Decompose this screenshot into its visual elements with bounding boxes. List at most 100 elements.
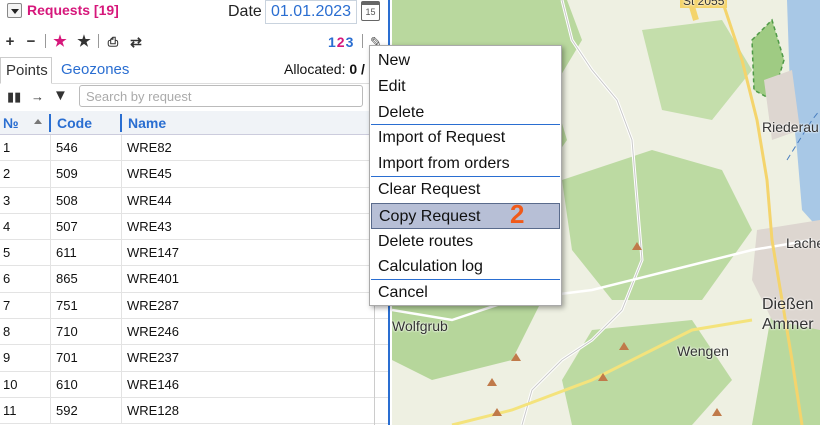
cell-number: 5 <box>3 245 11 261</box>
place-label: Wengen <box>677 343 729 359</box>
cell-code: 611 <box>50 240 120 267</box>
context-menu: New Edit Delete Import of Request Import… <box>369 45 562 306</box>
menu-item-import-request[interactable]: Import of Request <box>371 125 560 151</box>
cell-number: 3 <box>3 192 11 208</box>
menu-item-new[interactable]: New <box>371 48 560 74</box>
cell-code: 546 <box>50 135 120 161</box>
menu-item-clear-request[interactable]: Clear Request <box>371 177 560 203</box>
swap-arrows-icon[interactable]: ⇄ <box>127 33 145 51</box>
cell-number: 7 <box>3 297 11 313</box>
table-row[interactable]: 4 507 WRE43 <box>0 213 388 241</box>
cell-name: WRE128 <box>121 397 179 424</box>
table-row[interactable]: 9 701 WRE237 <box>0 345 388 372</box>
cell-code: 610 <box>50 371 120 398</box>
star-icon[interactable]: ★ <box>76 33 92 51</box>
menu-item-delete-routes[interactable]: Delete routes <box>371 229 560 255</box>
toolbar-divider <box>45 34 46 48</box>
tab-geozones[interactable]: Geozones <box>61 57 129 84</box>
requests-table: № Code Name 1 546 WRE82 2 509 WRE45 3 508 WRE4… <box>0 111 388 425</box>
collapse-toggle-icon[interactable] <box>7 3 22 18</box>
requests-panel: Requests [19] Date 01.01.2023 15 + − ★ ★… <box>0 0 390 425</box>
table-row[interactable]: 2 509 WRE45 <box>0 161 388 188</box>
menu-item-cancel[interactable]: Cancel <box>371 280 560 306</box>
table-row[interactable]: 1 546 WRE82 <box>0 135 388 162</box>
table-row[interactable]: 6 865 WRE401 <box>0 266 388 293</box>
cell-number: 2 <box>3 166 11 182</box>
date-field[interactable]: 01.01.2023 <box>265 0 357 24</box>
sort-asc-icon[interactable] <box>34 119 42 124</box>
cell-name: WRE43 <box>121 213 172 240</box>
menu-item-delete[interactable]: Delete <box>371 100 560 126</box>
cell-code: 865 <box>50 266 120 293</box>
cell-name: WRE82 <box>121 135 172 161</box>
page-3-link[interactable]: 3 <box>346 34 355 50</box>
tab-bar: Points Geozones Allocated: 0 / <box>0 57 388 84</box>
search-input[interactable] <box>79 85 363 107</box>
add-icon[interactable]: + <box>3 33 17 51</box>
cell-name: WRE146 <box>121 371 179 398</box>
cell-code: 751 <box>50 292 120 319</box>
panel-title: Requests [19] <box>27 2 119 18</box>
page-switcher: 123 <box>328 34 354 50</box>
toolbar-divider <box>98 34 99 48</box>
menu-item-calculation-log[interactable]: Calculation log <box>371 254 560 281</box>
cell-name: WRE237 <box>121 345 179 372</box>
panel-header: Requests [19] Date 01.01.2023 15 <box>0 0 388 28</box>
book-icon[interactable]: ▮▮ <box>7 89 21 105</box>
star-filled-icon[interactable]: ★ <box>52 33 68 51</box>
column-header-name[interactable]: Name <box>120 114 166 132</box>
arrow-right-icon[interactable]: → <box>31 89 44 104</box>
cell-code: 592 <box>50 397 120 424</box>
print-icon[interactable]: ⎙ <box>105 33 121 51</box>
cell-name: WRE44 <box>121 187 172 214</box>
cell-number: 10 <box>3 376 18 392</box>
cell-number: 8 <box>3 324 11 340</box>
cell-name: WRE401 <box>121 266 179 293</box>
place-label: Lacher <box>786 235 820 251</box>
table-row[interactable]: 5 611 WRE147 <box>0 240 388 267</box>
date-label: Date <box>228 3 262 20</box>
menu-item-import-orders[interactable]: Import from orders <box>371 151 560 177</box>
table-row[interactable]: 3 508 WRE44 <box>0 187 388 214</box>
cell-number: 4 <box>3 218 11 234</box>
tab-points[interactable]: Points <box>0 57 52 84</box>
step-badge: 2 <box>510 198 525 229</box>
search-row: ▮▮ → ▼ <box>0 85 388 109</box>
column-header-number[interactable]: № <box>3 114 19 132</box>
cell-number: 9 <box>3 350 11 366</box>
cell-code: 507 <box>50 213 120 240</box>
table-row[interactable]: 10 610 WRE146 <box>0 371 388 398</box>
toolbar-divider <box>362 34 363 48</box>
toolbar: + − ★ ★ ⎙ ⇄ 123 ✎ <box>0 30 388 54</box>
calendar-icon[interactable]: 15 <box>361 1 380 21</box>
table-row[interactable]: 7 751 WRE287 <box>0 292 388 320</box>
cell-code: 509 <box>50 161 120 188</box>
page-2-link[interactable]: 2 <box>337 34 346 50</box>
page-1-link[interactable]: 1 <box>328 34 337 50</box>
menu-item-copy-request-label: Copy Request <box>379 207 481 225</box>
remove-icon[interactable]: − <box>24 33 38 51</box>
cell-code: 710 <box>50 319 120 346</box>
cell-code: 508 <box>50 187 120 214</box>
table-row[interactable]: 8 710 WRE246 <box>0 319 388 346</box>
place-label: Riederau <box>762 119 819 135</box>
cell-number: 1 <box>3 140 11 155</box>
allocated-counter: Allocated: 0 / <box>284 61 365 77</box>
cell-name: WRE147 <box>121 240 179 267</box>
place-label: Dießen <box>762 296 814 313</box>
menu-item-copy-request[interactable]: Copy Request 2 <box>371 199 560 229</box>
place-label: Ammer <box>762 316 814 333</box>
cell-name: WRE45 <box>121 161 172 188</box>
road-label: St 2055 <box>680 0 728 8</box>
column-header-code[interactable]: Code <box>49 114 92 132</box>
filter-icon[interactable]: ▼ <box>53 87 68 104</box>
table-row[interactable]: 11 592 WRE128 <box>0 397 388 425</box>
menu-item-edit[interactable]: Edit <box>371 74 560 100</box>
cell-code: 701 <box>50 345 120 372</box>
allocated-value: 0 / <box>349 61 365 77</box>
cell-name: WRE246 <box>121 319 179 346</box>
allocated-label: Allocated: <box>284 61 346 77</box>
place-label: Wolfgrub <box>392 318 448 334</box>
cell-number: 6 <box>3 271 11 287</box>
cell-number: 11 <box>3 402 17 418</box>
